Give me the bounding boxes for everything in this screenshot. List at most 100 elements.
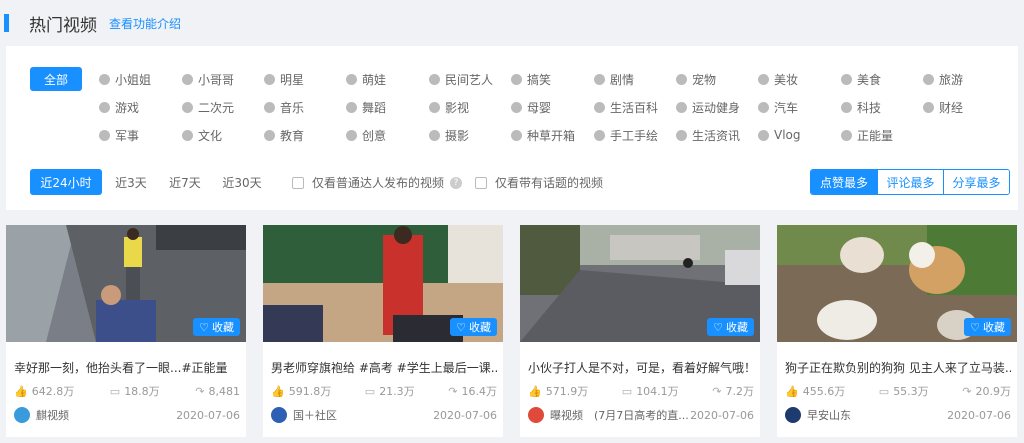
category-label: 科技 xyxy=(857,100,882,115)
video-card[interactable]: ♡ 收藏 小伙子打人是不对，可是，看着好解气哦！ 👍 571.9万 ▭ 104.1万 … xyxy=(520,225,760,437)
heart-icon: ♡ xyxy=(970,320,980,334)
video-card[interactable]: ♡ 收藏 男老师穿旗袍给 #高考 #学生上最后一课... 👍 591.8万 ▭ 21.… xyxy=(263,225,503,437)
time-tab-7d[interactable]: 近7天 xyxy=(162,169,208,195)
video-title[interactable]: 幸好那一刻，他抬头看了一眼...#正能量 xyxy=(14,359,240,376)
video-thumbnail[interactable]: ♡ 收藏 xyxy=(777,225,1017,342)
category-item[interactable]: 财经 xyxy=(923,97,963,117)
video-author[interactable]: 曝视频 (7月7日高考的直... 2020-07-06 xyxy=(528,407,754,423)
topic-checkbox[interactable] xyxy=(475,176,487,189)
category-item[interactable]: 美妆 xyxy=(758,69,798,89)
category-label: Vlog xyxy=(774,128,801,142)
video-author[interactable]: 早安山东 2020-07-06 xyxy=(785,407,1011,423)
help-icon[interactable]: ? xyxy=(450,176,463,189)
book-icon xyxy=(594,101,605,113)
video-thumbnail[interactable]: ♡ 收藏 xyxy=(520,225,760,342)
category-item[interactable]: 小姐姐 xyxy=(99,69,151,89)
video-thumbnail[interactable]: ♡ 收藏 xyxy=(263,225,503,342)
category-item[interactable]: 搞笑 xyxy=(511,69,551,89)
comment-icon: ▭ xyxy=(878,384,890,398)
category-item[interactable]: 正能量 xyxy=(841,125,893,145)
page-title: 热门视频 xyxy=(29,15,97,36)
video-card[interactable]: ♡ 收藏 幸好那一刻，他抬头看了一眼...#正能量 👍 642.8万 ▭ 18.8万 … xyxy=(6,225,246,437)
avatar[interactable] xyxy=(528,407,544,423)
category-item[interactable]: 手工手绘 xyxy=(594,125,658,145)
category-item[interactable]: 生活资讯 xyxy=(676,125,740,145)
favorite-button[interactable]: ♡ 收藏 xyxy=(964,318,1011,336)
category-item[interactable]: 生活百科 xyxy=(594,97,658,117)
sort-most-comments-button[interactable]: 评论最多 xyxy=(877,170,943,194)
avatar[interactable] xyxy=(271,407,287,423)
author-name[interactable]: 国＋社区 xyxy=(293,407,337,423)
topic-filter[interactable]: 仅看带有话题的视频 xyxy=(475,174,603,191)
video-title[interactable]: 狗子正在欺负别的狗狗 见主人来了立马装... xyxy=(785,359,1011,376)
avatar[interactable] xyxy=(14,407,30,423)
favorite-button[interactable]: ♡ 收藏 xyxy=(707,318,754,336)
category-item[interactable]: 教育 xyxy=(264,125,304,145)
favorite-button[interactable]: ♡ 收藏 xyxy=(450,318,497,336)
author-name[interactable]: 曝视频 (7月7日高考的直... xyxy=(550,407,689,423)
category-item[interactable]: 摄影 xyxy=(429,125,469,145)
video-author[interactable]: 麒视频 2020-07-06 xyxy=(14,407,240,423)
time-tab-24h[interactable]: 近24小时 xyxy=(30,169,102,195)
video-stats: 👍 591.8万 ▭ 21.3万 ↷ 16.4万 xyxy=(271,383,497,399)
category-label: 手工手绘 xyxy=(610,128,659,143)
avatar[interactable] xyxy=(785,407,801,423)
category-item[interactable]: 文化 xyxy=(182,125,222,145)
category-item[interactable]: 宠物 xyxy=(676,69,716,89)
category-item[interactable]: 母婴 xyxy=(511,97,551,117)
category-label: 军事 xyxy=(115,128,140,143)
category-item[interactable]: 种草开箱 xyxy=(511,125,575,145)
author-name[interactable]: 麒视频 xyxy=(36,407,69,423)
dance-icon xyxy=(346,101,357,113)
category-item[interactable]: 美食 xyxy=(841,69,881,89)
category-label: 小姐姐 xyxy=(115,72,152,87)
culture-icon xyxy=(182,129,193,141)
category-item[interactable]: 运动健身 xyxy=(676,97,740,117)
category-item[interactable]: 剧情 xyxy=(594,69,634,89)
publish-date: 2020-07-06 xyxy=(690,408,754,422)
category-label: 美食 xyxy=(857,72,882,87)
heart-icon: ♡ xyxy=(199,320,209,334)
author-name[interactable]: 早安山东 xyxy=(807,407,851,423)
category-label: 母婴 xyxy=(527,100,552,115)
comment-icon: ▭ xyxy=(364,384,376,398)
category-item[interactable]: 音乐 xyxy=(264,97,304,117)
video-title[interactable]: 小伙子打人是不对，可是，看着好解气哦！ xyxy=(528,359,754,376)
video-title[interactable]: 男老师穿旗袍给 #高考 #学生上最后一课... xyxy=(271,359,497,376)
category-all-button[interactable]: 全部 xyxy=(30,67,82,91)
comment-icon: ▭ xyxy=(621,384,633,398)
ordinary-creator-filter[interactable]: 仅看普通达人发布的视频 ? xyxy=(292,174,463,191)
video-card[interactable]: ♡ 收藏 狗子正在欺负别的狗狗 见主人来了立马装... 👍 455.6万 ▭ 55.3… xyxy=(777,225,1017,437)
music-icon xyxy=(264,101,275,113)
category-item[interactable]: 明星 xyxy=(264,69,304,89)
feature-intro-link[interactable]: 查看功能介绍 xyxy=(109,15,181,32)
heart-icon: ♡ xyxy=(456,320,466,334)
share-count: ↷ 16.4万 xyxy=(448,384,497,399)
category-item[interactable]: 旅游 xyxy=(923,69,963,89)
video-thumbnail[interactable]: ♡ 收藏 xyxy=(6,225,246,342)
category-item[interactable]: 科技 xyxy=(841,97,881,117)
category-item[interactable]: 民间艺人 xyxy=(429,69,493,89)
category-item[interactable]: 小哥哥 xyxy=(182,69,234,89)
category-label: 创意 xyxy=(362,128,387,143)
category-item[interactable]: 二次元 xyxy=(182,97,234,117)
category-item[interactable]: 创意 xyxy=(346,125,386,145)
category-item[interactable]: 游戏 xyxy=(99,97,139,117)
time-tab-30d[interactable]: 近30天 xyxy=(216,169,268,195)
car-icon xyxy=(758,101,769,113)
category-item[interactable]: 萌娃 xyxy=(346,69,386,89)
military-icon xyxy=(99,129,110,141)
video-author[interactable]: 国＋社区 2020-07-06 xyxy=(271,407,497,423)
category-item[interactable]: 军事 xyxy=(99,125,139,145)
time-tab-3d[interactable]: 近3天 xyxy=(108,169,154,195)
ordinary-creator-checkbox[interactable] xyxy=(292,176,304,189)
sort-most-shares-button[interactable]: 分享最多 xyxy=(943,170,1009,194)
favorite-button[interactable]: ♡ 收藏 xyxy=(193,318,240,336)
category-label: 财经 xyxy=(939,100,964,115)
category-item[interactable]: 影视 xyxy=(429,97,469,117)
category-item[interactable]: 汽车 xyxy=(758,97,798,117)
category-label: 种草开箱 xyxy=(527,128,576,143)
sort-most-likes-button[interactable]: 点赞最多 xyxy=(811,170,877,194)
category-item[interactable]: 舞蹈 xyxy=(346,97,386,117)
category-item[interactable]: Vlog xyxy=(758,125,801,145)
